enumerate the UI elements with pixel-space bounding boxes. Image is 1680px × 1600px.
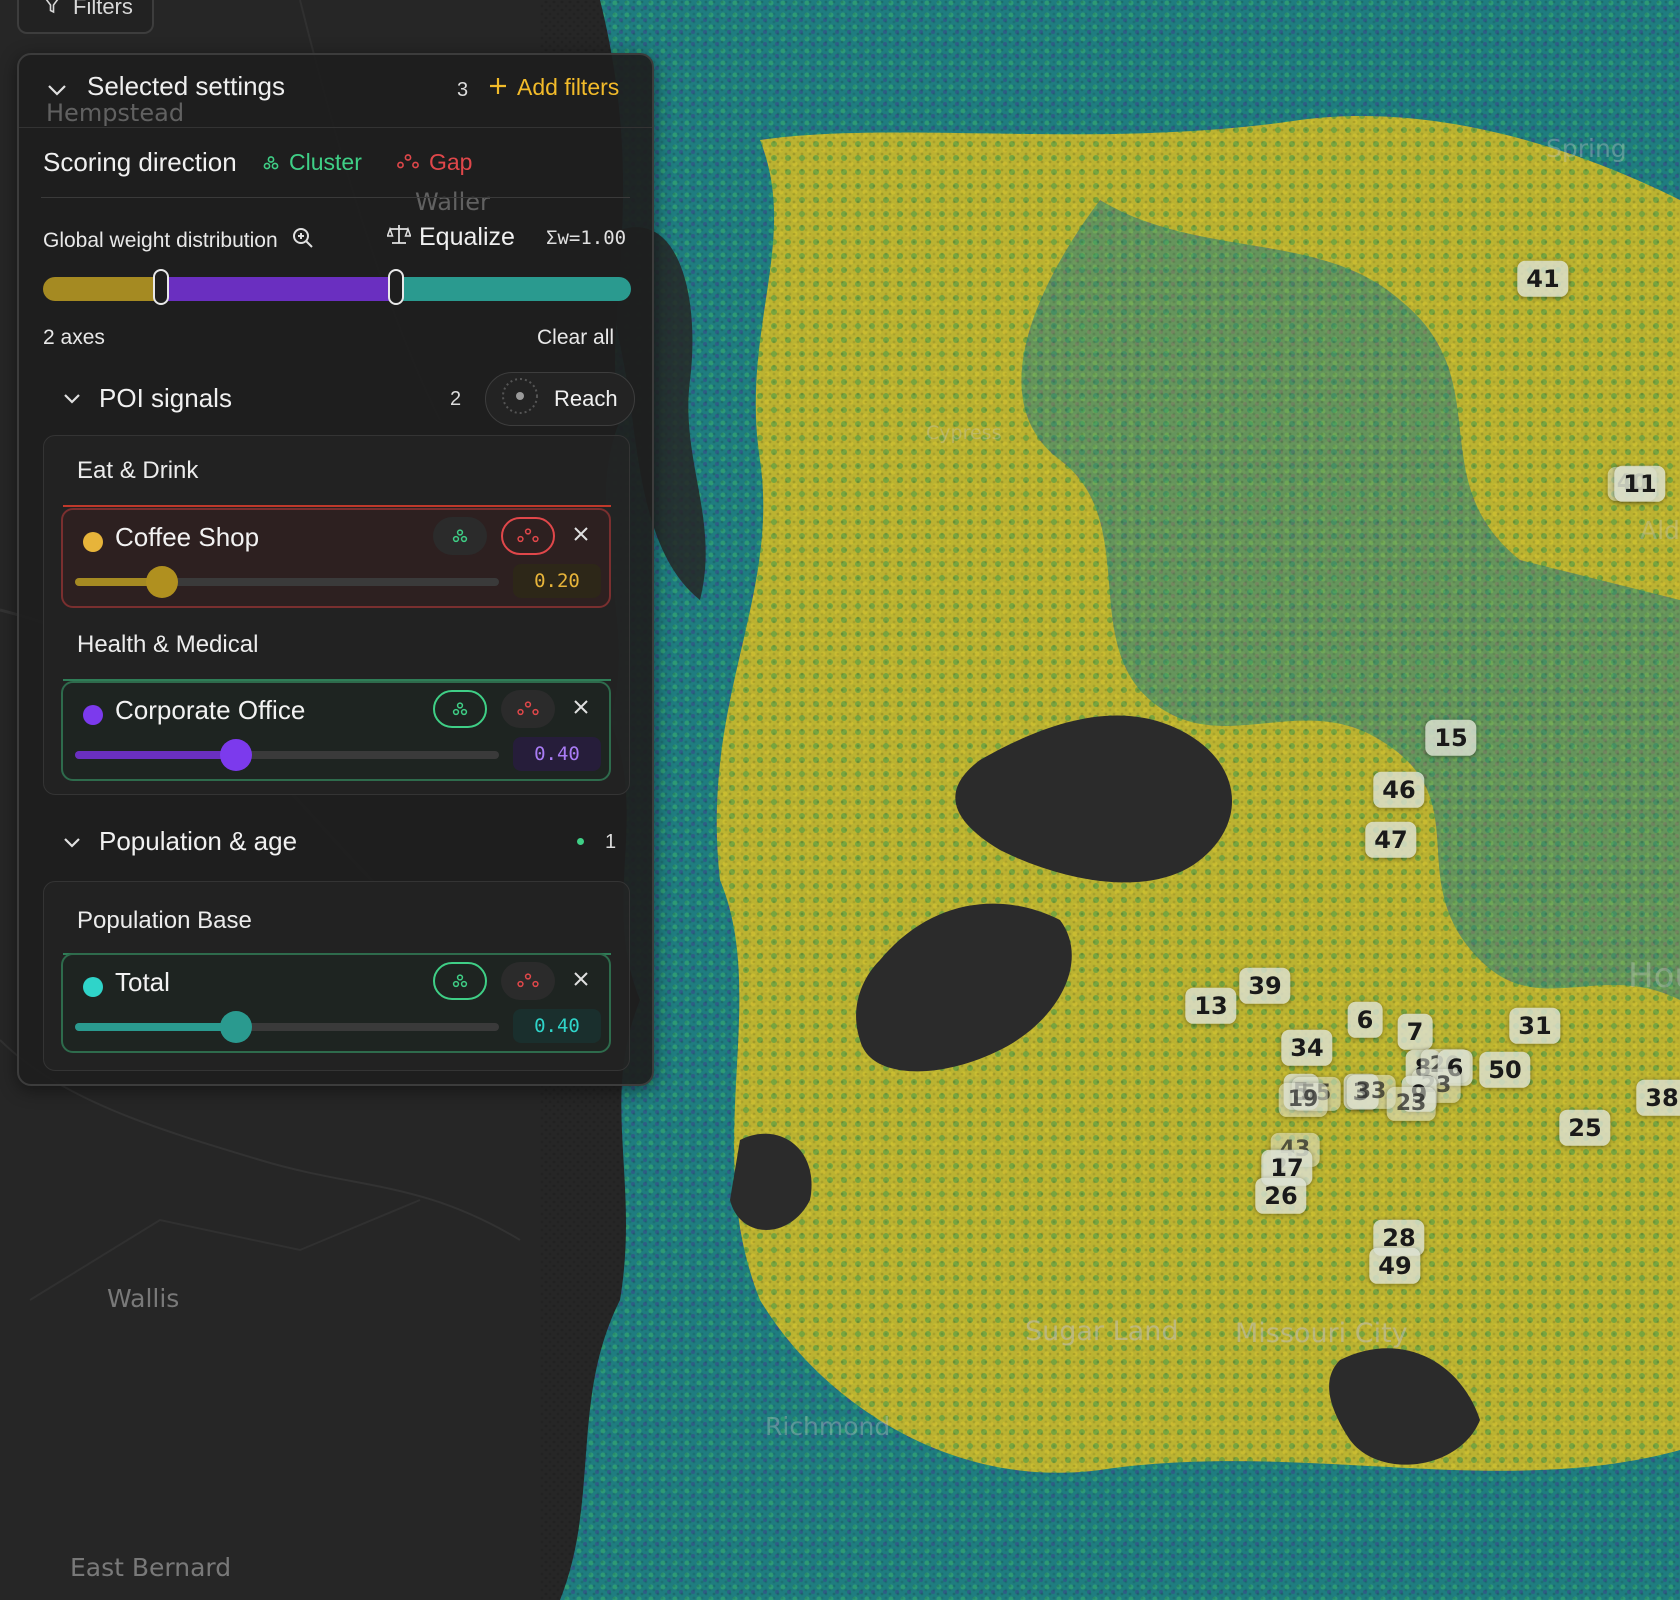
panel-title: Selected settings xyxy=(87,71,286,101)
cluster-marker[interactable]: 6 xyxy=(1347,1001,1383,1039)
weight-slider[interactable] xyxy=(75,1011,499,1043)
cluster-marker[interactable]: 11 xyxy=(1614,465,1666,503)
signal-card-total: Total 0.40 xyxy=(61,953,611,1053)
weight-divider-handle[interactable] xyxy=(387,269,404,305)
weight-slider-thumb[interactable] xyxy=(145,566,178,598)
cluster-marker[interactable]: 19 xyxy=(1278,1082,1328,1118)
cluster-toggle-button[interactable] xyxy=(433,517,487,555)
chevron-down-icon[interactable] xyxy=(63,835,81,853)
weight-distribution-bar[interactable] xyxy=(43,277,631,301)
cluster-marker[interactable]: 23 xyxy=(1386,1086,1436,1122)
signal-name: Coffee Shop xyxy=(115,522,260,552)
section-title-population-age[interactable]: Population & age xyxy=(99,826,297,857)
scoring-direction-label: Scoring direction xyxy=(43,147,237,177)
weight-slider-thumb[interactable] xyxy=(220,1011,253,1043)
cluster-toggle-button[interactable] xyxy=(433,690,487,728)
signal-color-dot xyxy=(83,705,103,725)
close-icon[interactable] xyxy=(573,526,589,547)
filters-tab[interactable]: Filters xyxy=(17,0,154,34)
axes-count: 2 axes xyxy=(43,326,105,349)
cluster-mode-toggle[interactable]: Cluster xyxy=(263,149,362,176)
signal-color-dot xyxy=(83,977,103,997)
cluster-marker[interactable]: 50 xyxy=(1479,1051,1531,1089)
weight-segment xyxy=(160,277,396,301)
category-divider xyxy=(63,505,611,507)
cluster-marker[interactable]: 26 xyxy=(1255,1177,1307,1215)
cluster-marker[interactable]: 13 xyxy=(1185,987,1237,1025)
equalize-button[interactable]: Equalize xyxy=(386,223,515,252)
weight-slider-fill xyxy=(75,751,237,759)
category-title: Health & Medical xyxy=(77,631,259,658)
plus-icon xyxy=(489,74,507,101)
weight-slider-fill xyxy=(75,1023,237,1031)
cluster-marker[interactable]: 38 xyxy=(1636,1079,1680,1117)
gap-toggle-button[interactable] xyxy=(501,962,555,1000)
weight-segment xyxy=(395,277,631,301)
cluster-marker[interactable]: 39 xyxy=(1239,967,1291,1005)
weight-slider[interactable] xyxy=(75,566,499,598)
signal-card-corporate-office: Corporate Office 0.40 xyxy=(61,681,611,781)
gap-icon xyxy=(397,149,419,176)
signal-color-dot xyxy=(83,532,103,552)
cluster-marker[interactable]: 34 xyxy=(1281,1029,1333,1067)
weight-value[interactable]: 0.40 xyxy=(513,737,601,771)
section-count: 2 xyxy=(450,388,462,410)
add-filters-label: Add filters xyxy=(517,74,620,100)
cluster-marker[interactable]: 25 xyxy=(1559,1109,1611,1147)
global-weight-label: Global weight distribution xyxy=(43,227,314,255)
filter-settings-panel: Hempstead Selected settings 3 Add filter… xyxy=(17,53,654,1086)
chevron-down-icon[interactable] xyxy=(63,391,81,409)
place-label-hempstead: Hempstead xyxy=(46,99,185,127)
cluster-marker[interactable]: 15 xyxy=(1425,719,1477,757)
header-divider xyxy=(19,127,652,128)
cluster-icon xyxy=(263,149,279,176)
cluster-marker[interactable]: 47 xyxy=(1365,821,1417,859)
close-icon[interactable] xyxy=(573,699,589,720)
settings-count: 3 xyxy=(457,79,469,101)
cluster-mode-label: Cluster xyxy=(289,149,362,175)
weight-value[interactable]: 0.20 xyxy=(513,564,601,598)
weight-divider-handle[interactable] xyxy=(152,269,169,305)
reach-radius-icon xyxy=(500,376,540,422)
zoom-in-icon[interactable] xyxy=(292,227,314,255)
gap-toggle-button[interactable] xyxy=(501,517,555,555)
weight-segment xyxy=(43,277,161,301)
category-title: Population Base xyxy=(77,907,252,934)
section-count: 1 xyxy=(605,831,617,853)
weight-slider[interactable] xyxy=(75,739,499,771)
chevron-down-icon[interactable] xyxy=(47,83,67,101)
filters-tab-label: Filters xyxy=(73,0,133,19)
reach-label: Reach xyxy=(554,386,618,411)
filter-icon xyxy=(45,0,59,20)
cluster-marker[interactable]: 7 xyxy=(1397,1013,1433,1051)
gap-toggle-button[interactable] xyxy=(501,690,555,728)
signal-name: Total xyxy=(115,967,170,997)
weight-value[interactable]: 0.40 xyxy=(513,1009,601,1043)
signal-card-coffee-shop: Coffee Shop 0.20 xyxy=(61,508,611,608)
gap-mode-toggle[interactable]: Gap xyxy=(397,149,472,176)
weight-sum: Σw=1.00 xyxy=(546,227,627,249)
close-icon[interactable] xyxy=(573,971,589,992)
equalize-label: Equalize xyxy=(419,223,515,251)
place-label-waller: Waller xyxy=(415,188,490,216)
cluster-marker[interactable]: 31 xyxy=(1509,1007,1561,1045)
cluster-marker[interactable]: 46 xyxy=(1373,771,1425,809)
clear-all-button[interactable]: Clear all xyxy=(537,326,614,350)
balance-scale-icon xyxy=(386,223,412,252)
cluster-toggle-button[interactable] xyxy=(433,962,487,1000)
gap-mode-label: Gap xyxy=(429,149,473,175)
signal-name: Corporate Office xyxy=(115,695,306,725)
cluster-marker[interactable]: 49 xyxy=(1369,1247,1421,1285)
weight-slider-thumb[interactable] xyxy=(220,739,253,771)
section-title-poi-signals[interactable]: POI signals xyxy=(99,383,232,414)
active-indicator-dot xyxy=(577,838,584,845)
category-title: Eat & Drink xyxy=(77,457,199,484)
global-weight-text: Global weight distribution xyxy=(43,229,278,252)
reach-button[interactable]: Reach xyxy=(485,372,635,426)
add-filters-button[interactable]: Add filters xyxy=(489,74,619,101)
cluster-marker[interactable]: 41 xyxy=(1517,260,1569,298)
scoring-divider xyxy=(41,197,630,198)
